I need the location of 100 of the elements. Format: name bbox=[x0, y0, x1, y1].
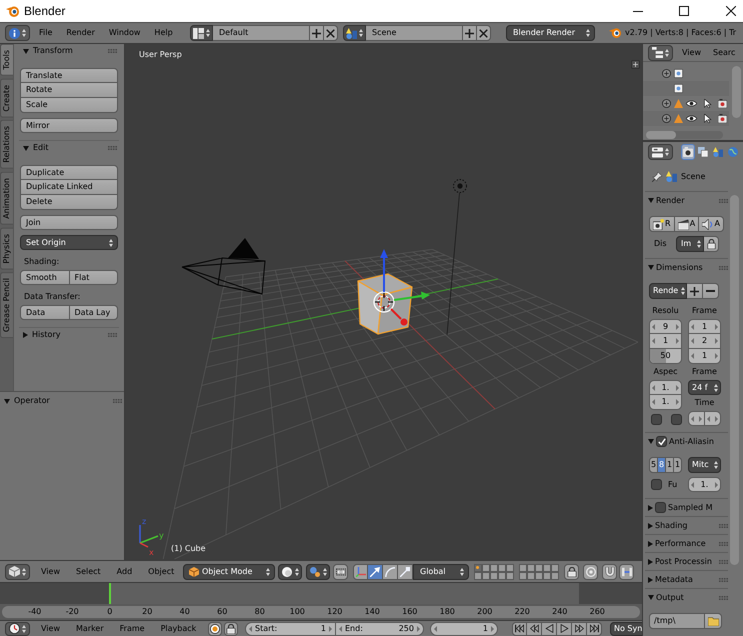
previous-keyframe-button[interactable] bbox=[527, 622, 542, 636]
menu-item[interactable]: Frame bbox=[112, 622, 153, 636]
layer-button[interactable] bbox=[482, 564, 490, 572]
tool-button[interactable]: Data bbox=[20, 305, 70, 320]
panel-header[interactable]: Output bbox=[645, 589, 728, 606]
menu-item[interactable]: Add bbox=[108, 564, 140, 580]
scene-name-field[interactable]: Scene bbox=[366, 25, 463, 41]
panel-header[interactable]: Metadata bbox=[645, 571, 728, 588]
scrollbar[interactable] bbox=[646, 131, 723, 139]
camera-wireframe[interactable] bbox=[182, 238, 266, 295]
panel-header[interactable]: Render bbox=[645, 192, 728, 209]
remove-preset-button[interactable] bbox=[703, 283, 719, 299]
cube[interactable] bbox=[357, 273, 413, 335]
number-field[interactable]: 1 bbox=[688, 319, 721, 334]
tool-button[interactable]: Duplicate bbox=[20, 165, 118, 180]
menu-item[interactable]: Searc bbox=[706, 44, 742, 60]
render-button[interactable]: A bbox=[699, 216, 724, 232]
orientation-dropdown[interactable]: Global bbox=[413, 564, 469, 580]
tool-button[interactable]: Rotate bbox=[20, 83, 118, 98]
tool-button[interactable]: Translate bbox=[20, 68, 118, 83]
browse-folder-button[interactable] bbox=[705, 613, 722, 629]
layout-picker-button[interactable] bbox=[190, 25, 213, 41]
checkbox[interactable] bbox=[655, 502, 666, 513]
shading-dropdown[interactable] bbox=[278, 564, 302, 580]
properties-tab[interactable] bbox=[696, 144, 710, 160]
number-field[interactable]: 1 bbox=[649, 334, 682, 349]
sample-option[interactable]: 1 bbox=[674, 457, 682, 473]
end-frame-field[interactable]: End: 250 bbox=[336, 622, 424, 636]
render-button[interactable]: A bbox=[674, 216, 700, 232]
sample-option[interactable]: 1 bbox=[666, 457, 674, 473]
toggle-button[interactable] bbox=[631, 60, 640, 69]
panel-header[interactable]: Shading bbox=[645, 517, 728, 534]
number-field[interactable] bbox=[688, 411, 705, 426]
panel-header[interactable]: History bbox=[19, 328, 119, 342]
jump-to-start-button[interactable] bbox=[512, 622, 527, 636]
3d-viewport[interactable]: User Persp z y x (1) Cube bbox=[125, 44, 642, 560]
mode-dropdown[interactable]: Object Mode bbox=[183, 564, 275, 580]
tool-button[interactable]: Join bbox=[20, 215, 118, 230]
play-reverse-button[interactable] bbox=[542, 622, 557, 636]
panel-header[interactable]: Edit bbox=[19, 141, 119, 155]
timeline-track[interactable] bbox=[0, 583, 642, 604]
layer-button[interactable] bbox=[474, 564, 482, 572]
start-frame-field[interactable]: Start: 1 bbox=[245, 622, 336, 636]
scrollbar-thumb[interactable] bbox=[730, 195, 739, 565]
panel-header[interactable]: Sampled M bbox=[645, 499, 728, 516]
menu-item[interactable]: Render bbox=[59, 25, 102, 41]
tool-tab[interactable]: Tools bbox=[0, 44, 13, 76]
remove-button[interactable] bbox=[477, 25, 491, 41]
display-dropdown[interactable]: Im bbox=[676, 236, 704, 252]
preset-dropdown[interactable]: Rende bbox=[649, 283, 687, 299]
number-field[interactable]: 1 bbox=[688, 349, 721, 364]
checkbox[interactable] bbox=[671, 414, 682, 425]
render-button[interactable]: R bbox=[649, 216, 675, 232]
outliner-row[interactable] bbox=[643, 111, 729, 126]
record-button[interactable] bbox=[208, 622, 222, 636]
pivot-dropdown[interactable] bbox=[306, 564, 330, 580]
checkbox[interactable] bbox=[651, 479, 662, 490]
manipulator-button[interactable] bbox=[398, 564, 413, 580]
checkbox[interactable] bbox=[651, 414, 662, 425]
panel-header[interactable]: Transform bbox=[19, 44, 119, 58]
menu-item[interactable]: Select bbox=[68, 564, 109, 580]
layer-button[interactable] bbox=[535, 564, 543, 572]
editor-type-button[interactable] bbox=[648, 144, 673, 160]
panel-header[interactable]: Post Processin bbox=[645, 553, 728, 570]
snap-button[interactable] bbox=[602, 564, 617, 580]
layer-button[interactable] bbox=[519, 564, 527, 572]
number-field[interactable]: 1. bbox=[688, 477, 721, 492]
editor-type-button[interactable] bbox=[5, 564, 30, 580]
menu-item[interactable]: Object bbox=[140, 564, 182, 580]
number-field[interactable]: 1. bbox=[649, 395, 682, 410]
lock-button[interactable] bbox=[704, 236, 719, 252]
add-preset-button[interactable] bbox=[687, 283, 703, 299]
lock-button[interactable] bbox=[224, 622, 238, 636]
tool-tab[interactable]: Animation bbox=[0, 172, 13, 225]
layer-button[interactable] bbox=[498, 564, 506, 572]
number-field[interactable]: 1. bbox=[649, 380, 682, 395]
sample-option[interactable]: 8 bbox=[658, 457, 666, 473]
play-button[interactable] bbox=[557, 622, 572, 636]
filter-dropdown[interactable]: Mitc bbox=[688, 457, 721, 473]
current-frame-field[interactable]: 1 bbox=[430, 622, 498, 636]
transform-gizmo[interactable] bbox=[373, 249, 430, 326]
menu-item[interactable]: Window bbox=[102, 25, 148, 41]
editor-type-button[interactable] bbox=[648, 44, 673, 60]
number-field[interactable]: 9 bbox=[649, 319, 682, 334]
lock-button[interactable] bbox=[564, 564, 579, 580]
next-keyframe-button[interactable] bbox=[572, 622, 587, 636]
panel-header[interactable]: Anti-Aliasin bbox=[645, 433, 728, 450]
tool-button[interactable]: Flat bbox=[70, 270, 118, 285]
scrollbar-thumb[interactable] bbox=[732, 66, 740, 118]
menu-item[interactable]: View bbox=[33, 564, 68, 580]
layer-button[interactable] bbox=[543, 564, 551, 572]
menu-item[interactable]: File bbox=[32, 25, 60, 41]
center-toggle-button[interactable] bbox=[333, 564, 348, 580]
menu-item[interactable]: Playback bbox=[152, 622, 204, 636]
add-button[interactable] bbox=[463, 25, 477, 41]
frame-rate-dropdown[interactable]: 24 f bbox=[688, 380, 721, 395]
add-button[interactable] bbox=[310, 25, 324, 41]
number-field[interactable] bbox=[705, 411, 721, 426]
jump-to-end-button[interactable] bbox=[587, 622, 602, 636]
panel-header[interactable]: Performance bbox=[645, 535, 728, 552]
